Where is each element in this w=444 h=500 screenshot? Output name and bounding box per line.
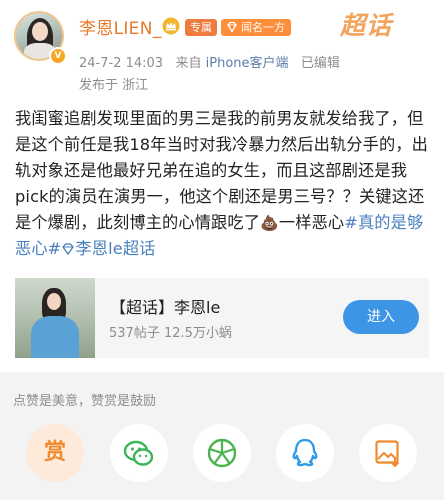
post-card: V 李恩LIEN_ 专属 闻名一方 超话 24-7-2 14:03 来自 iPh… xyxy=(0,0,444,372)
reputation-tag-label: 闻名一方 xyxy=(241,21,285,34)
moments-icon xyxy=(207,438,237,468)
source-prefix: 来自 xyxy=(175,56,202,71)
save-image-icon xyxy=(375,440,400,468)
post-body: 我闺蜜追剧发现里面的男三是我的前男友就发给我了，但是这个前任是我18年当时对我冷… xyxy=(15,106,435,262)
thumb-jacket xyxy=(31,316,79,358)
share-wechat-button[interactable] xyxy=(110,424,168,482)
reward-icon: 赏 xyxy=(43,440,66,465)
edited-label[interactable]: 已编辑 xyxy=(301,56,340,71)
username[interactable]: 李恩LIEN_ xyxy=(79,14,162,39)
super-topic-diamond-icon xyxy=(62,243,75,255)
avatar-face xyxy=(32,22,48,41)
reward-button[interactable]: 赏 xyxy=(26,424,84,482)
poop-emoji: 💩 xyxy=(260,214,279,232)
reputation-tag: 闻名一方 xyxy=(221,19,291,36)
thumb-face xyxy=(47,293,61,310)
crown-badge-icon xyxy=(162,17,180,35)
post-text-tail: 一样恶心 xyxy=(278,213,345,232)
source-device[interactable]: iPhone客户端 xyxy=(206,56,289,71)
post-location: 发布于 浙江 xyxy=(79,78,149,93)
qq-icon xyxy=(292,438,318,467)
super-topic-thumbnail xyxy=(15,278,95,358)
wechat-icon xyxy=(123,440,154,466)
share-moments-button[interactable] xyxy=(193,424,251,482)
post-meta: 24-7-2 14:03 来自 iPhone客户端 已编辑 xyxy=(79,52,340,71)
share-qq-button[interactable] xyxy=(276,424,334,482)
chaohua-logo: 超话 xyxy=(340,11,393,40)
enter-button[interactable]: 进入 xyxy=(343,300,419,334)
save-image-button[interactable] xyxy=(359,424,417,482)
post-time: 24-7-2 14:03 xyxy=(79,56,164,71)
exclusive-tag: 专属 xyxy=(185,19,217,36)
verified-icon: V xyxy=(49,47,67,65)
super-topic-stats: 537帖子 12.5万小蜗 xyxy=(109,326,232,341)
super-topic-title: 【超话】李恩le xyxy=(110,298,221,317)
donate-note: 点赞是美意，赞赏是鼓励 xyxy=(13,394,157,409)
super-topic-link[interactable]: 李恩le超话 xyxy=(75,239,155,258)
diamond-icon xyxy=(227,21,237,33)
super-topic-card[interactable]: 【超话】李恩le 537帖子 12.5万小蜗 进入 xyxy=(15,278,429,358)
